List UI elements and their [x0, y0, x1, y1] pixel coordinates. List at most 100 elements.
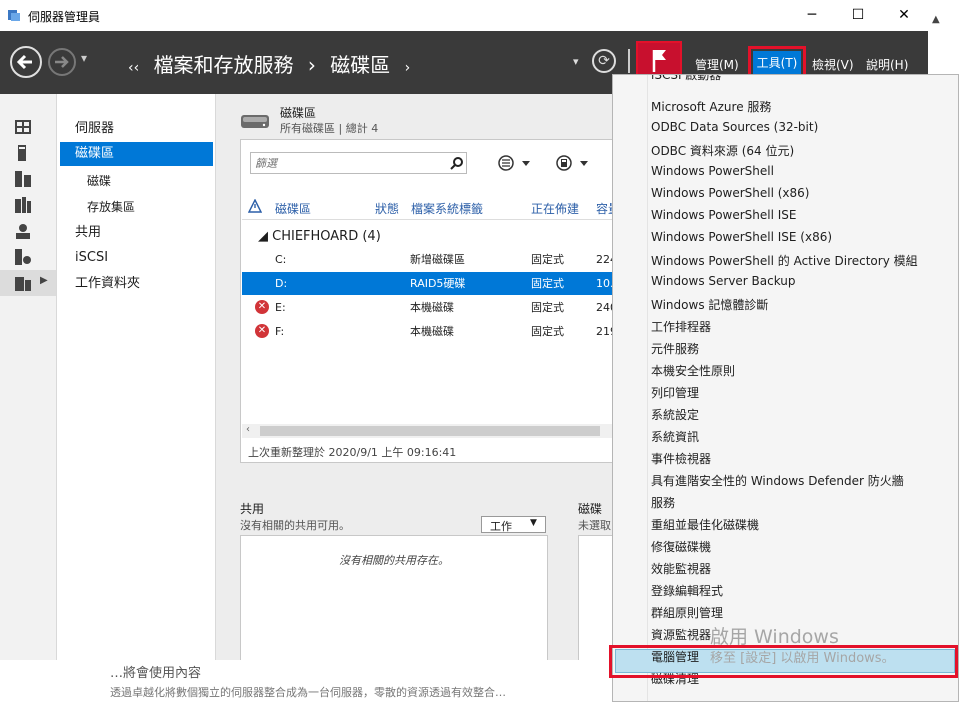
- warning-sort-icon[interactable]: [248, 199, 262, 213]
- menu-help[interactable]: 說明(H): [866, 56, 908, 73]
- column-header-provisioning[interactable]: 正在佈建: [531, 200, 579, 217]
- list-options-button[interactable]: [497, 154, 533, 175]
- shares-tasks-dropdown[interactable]: 工作 ▼: [481, 516, 546, 533]
- error-icon: ✕: [255, 324, 269, 338]
- server-group-row[interactable]: ◢ CHIEFHOARD (4): [258, 229, 381, 244]
- back-button[interactable]: [10, 46, 42, 78]
- nav-item-storage-pools[interactable]: 存放集區: [87, 196, 135, 218]
- cell-provisioning: 固定式: [531, 277, 564, 290]
- menu-icon-gutter: [647, 75, 648, 701]
- history-dropdown-icon[interactable]: ▾: [81, 51, 87, 65]
- maximize-button[interactable]: ☐: [835, 0, 881, 31]
- menu-item[interactable]: ODBC Data Sources (32-bit): [651, 120, 818, 134]
- network-icon[interactable]: [15, 223, 31, 239]
- cell-volume: D:: [275, 277, 288, 290]
- cell-fs-label: RAID5硬碟: [410, 277, 466, 290]
- menu-item[interactable]: 登錄編輯程式: [651, 582, 723, 599]
- disk-panel: [578, 535, 613, 662]
- table-row[interactable]: ✕ E: 本機磁碟 固定式 240: [242, 296, 617, 319]
- filter-input-field[interactable]: [251, 153, 437, 173]
- menu-item[interactable]: 元件服務: [651, 340, 699, 357]
- tools-dropdown-menu: iSCSI 啟動器 Microsoft Azure 服務 ODBC Data Sou…: [612, 74, 959, 702]
- save-options-button[interactable]: [555, 154, 591, 175]
- menu-item[interactable]: Windows Server Backup: [651, 274, 796, 288]
- search-icon[interactable]: [450, 156, 464, 170]
- close-button[interactable]: ✕: [881, 0, 927, 31]
- nav-item-servers[interactable]: 伺服器: [75, 118, 114, 140]
- cell-fs-label: 本機磁碟: [410, 325, 454, 338]
- servers-icon[interactable]: [15, 171, 31, 187]
- menu-item[interactable]: 事件檢視器: [651, 450, 711, 467]
- breadcrumb-file-storage[interactable]: 檔案和存放服務: [154, 53, 294, 77]
- breadcrumb-separator: ›: [404, 60, 411, 76]
- volumes-icon[interactable]: [15, 197, 31, 213]
- scroll-up-icon: ▲: [932, 14, 940, 25]
- menu-tools[interactable]: 工具(T): [753, 51, 801, 76]
- menu-manage[interactable]: 管理(M): [695, 56, 739, 73]
- menu-item[interactable]: 修復磁碟機: [651, 538, 711, 555]
- menu-item[interactable]: 工作排程器: [651, 318, 711, 335]
- nav-item-work-folders[interactable]: 工作資料夾: [75, 273, 140, 295]
- save-options-icon: [556, 155, 588, 171]
- menu-item[interactable]: 服務: [651, 494, 675, 511]
- forward-arrow-icon: [55, 56, 69, 68]
- server-icon[interactable]: [18, 145, 26, 161]
- menu-item[interactable]: Windows PowerShell: [651, 164, 774, 178]
- window-title: 伺服器管理員: [28, 10, 101, 24]
- menu-item[interactable]: Windows PowerShell (x86): [651, 186, 809, 200]
- menu-item[interactable]: 群組原則管理: [651, 604, 723, 621]
- scroll-left-icon[interactable]: ‹: [246, 424, 250, 435]
- menu-item[interactable]: 系統資訊: [651, 428, 699, 445]
- menu-item[interactable]: Microsoft Azure 服務: [651, 98, 771, 115]
- refresh-icon[interactable]: ⟳: [592, 49, 616, 73]
- column-header-status[interactable]: 狀態: [375, 200, 399, 217]
- disk-tile-subtitle: 未選取: [578, 519, 611, 532]
- file-storage-nav-selected[interactable]: ▶: [0, 270, 56, 296]
- table-row[interactable]: C: 新增磁碟區 固定式 224: [242, 248, 617, 271]
- breadcrumb-back-chevron[interactable]: ‹‹: [128, 60, 139, 76]
- table-row[interactable]: ✕ F: 本機磁碟 固定式 219: [242, 320, 617, 343]
- expand-chevron-icon: ▶: [40, 275, 48, 286]
- column-header-volume[interactable]: 磁碟區: [275, 200, 311, 217]
- tasks-label: 工作: [490, 520, 512, 533]
- volume-tile-icon: [241, 115, 269, 128]
- menu-item[interactable]: 效能監視器: [651, 560, 711, 577]
- menu-item[interactable]: 列印管理: [651, 384, 699, 401]
- column-header-fs-label[interactable]: 檔案系統標籤: [411, 200, 483, 217]
- forward-button[interactable]: [48, 48, 76, 76]
- horizontal-scrollbar[interactable]: ‹: [242, 424, 612, 438]
- menu-item[interactable]: 具有進階安全性的 Windows Defender 防火牆: [651, 472, 904, 489]
- filter-input[interactable]: [250, 152, 467, 174]
- minimize-button[interactable]: ─: [789, 0, 835, 31]
- menu-item[interactable]: Windows PowerShell 的 Active Directory 模組: [651, 252, 918, 269]
- menu-item[interactable]: 重組並最佳化磁碟機: [651, 516, 759, 533]
- nav-item-shares[interactable]: 共用: [75, 222, 101, 244]
- back-arrow-icon: [16, 54, 32, 70]
- scroll-thumb[interactable]: [260, 426, 600, 436]
- nav-item-iscsi[interactable]: iSCSI: [75, 247, 108, 269]
- nav-item-volumes[interactable]: 磁碟區: [60, 142, 213, 166]
- menu-item[interactable]: Windows PowerShell ISE (x86): [651, 230, 832, 244]
- shares-empty-text: 沒有相關的共用存在。: [339, 554, 449, 567]
- crumb-dropdown-icon[interactable]: ▾: [573, 55, 579, 68]
- menu-view[interactable]: 檢視(V): [812, 56, 854, 73]
- menu-item[interactable]: iSCSI 啟動器: [651, 75, 721, 83]
- list-options-icon: [498, 155, 530, 171]
- menu-item[interactable]: 本機安全性原則: [651, 362, 735, 379]
- menu-item[interactable]: ODBC 資料來源 (64 位元): [651, 142, 794, 159]
- nav-item-disks[interactable]: 磁碟: [87, 170, 111, 192]
- desktop-edge: ▲: [928, 0, 959, 74]
- cell-provisioning: 固定式: [531, 325, 564, 338]
- breadcrumb-volumes[interactable]: 磁碟區: [330, 53, 390, 77]
- menu-item[interactable]: 資源監視器: [651, 626, 711, 643]
- menu-item[interactable]: 系統設定: [651, 406, 699, 423]
- menu-item[interactable]: Windows 記憶體診斷: [651, 296, 768, 313]
- dashboard-icon[interactable]: [15, 120, 31, 134]
- cell-provisioning: 固定式: [531, 301, 564, 314]
- server-manager-app-icon: [8, 10, 20, 21]
- background-text-line1: …將會使用內容: [110, 666, 202, 681]
- menu-item[interactable]: Windows PowerShell ISE: [651, 208, 797, 222]
- iscsi-icon[interactable]: [15, 249, 31, 265]
- cell-capacity: 10.: [596, 277, 614, 290]
- table-row-selected[interactable]: D: RAID5硬碟 固定式 10.: [242, 272, 614, 295]
